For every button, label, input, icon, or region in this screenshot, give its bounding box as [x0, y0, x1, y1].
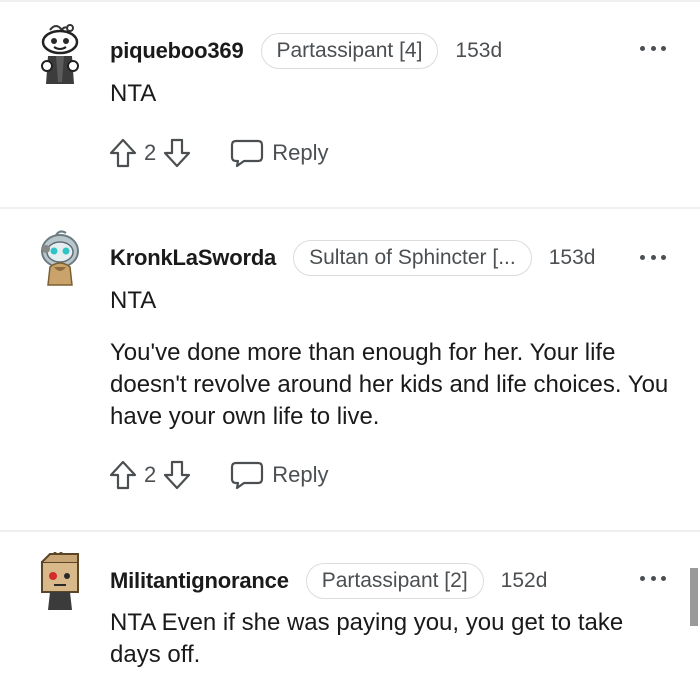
reply-label: Reply: [272, 462, 329, 487]
comment-thread: piqueboo369 Partassipant [4] 153d NTA 2 …: [0, 0, 700, 694]
comment-paragraph: You've done more than enough for her. Yo…: [110, 339, 669, 430]
user-avatar[interactable]: [36, 548, 84, 614]
more-options-icon[interactable]: [640, 43, 666, 53]
user-flair: Sultan of Sphincter [...: [293, 240, 532, 276]
reply-button[interactable]: Reply: [230, 138, 329, 168]
scrollbar-thumb[interactable]: [690, 568, 698, 626]
comment-age: 152d: [500, 569, 548, 592]
speech-bubble-icon: [231, 461, 264, 490]
user-avatar[interactable]: [36, 22, 84, 84]
comment-actions: 2 Reply: [108, 457, 329, 493]
comment: Militantignorance Partassipant [2] 152d …: [0, 532, 700, 694]
snoo-avatar-icon: [41, 548, 79, 610]
comment-age: 153d: [455, 39, 503, 62]
comment-header: piqueboo369 Partassipant [4] 153d: [110, 33, 502, 69]
comment-body: NTA You've done more than enough for her…: [110, 285, 670, 453]
upvote-icon[interactable]: [108, 459, 138, 491]
reply-button[interactable]: Reply: [230, 460, 329, 490]
vote-score: 2: [144, 140, 157, 165]
username[interactable]: Militantignorance: [110, 568, 289, 594]
more-options-icon[interactable]: [640, 252, 666, 262]
comment-header: KronkLaSworda Sultan of Sphincter [... 1…: [110, 240, 595, 276]
comment-paragraph: NTA: [110, 287, 157, 314]
comment-paragraph: NTA Even if she was paying you, you get …: [110, 609, 624, 668]
comment-paragraph: NTA: [110, 80, 157, 107]
snoo-avatar-icon: [41, 230, 79, 286]
more-options-icon[interactable]: [640, 573, 666, 583]
user-flair: Partassipant [2]: [305, 563, 484, 599]
comment: piqueboo369 Partassipant [4] 153d NTA 2 …: [0, 0, 700, 208]
comment-actions: 2 Reply: [108, 135, 329, 171]
username[interactable]: KronkLaSworda: [110, 245, 276, 271]
downvote-icon[interactable]: [162, 459, 192, 491]
upvote-icon[interactable]: [108, 137, 138, 169]
comment: KronkLaSworda Sultan of Sphincter [... 1…: [0, 209, 700, 531]
comment-header: Militantignorance Partassipant [2] 152d: [110, 563, 547, 599]
reply-label: Reply: [272, 140, 329, 165]
comment-body: NTA Even if she was paying you, you get …: [110, 607, 650, 691]
speech-bubble-icon: [231, 139, 264, 168]
username[interactable]: piqueboo369: [110, 38, 244, 64]
comment-body: NTA: [110, 78, 670, 130]
comment-age: 153d: [548, 246, 596, 269]
vote-score: 2: [144, 462, 157, 487]
user-flair: Partassipant [4]: [260, 33, 439, 69]
downvote-icon[interactable]: [162, 137, 192, 169]
user-avatar[interactable]: [36, 227, 84, 289]
snoo-avatar-icon: [41, 24, 79, 84]
